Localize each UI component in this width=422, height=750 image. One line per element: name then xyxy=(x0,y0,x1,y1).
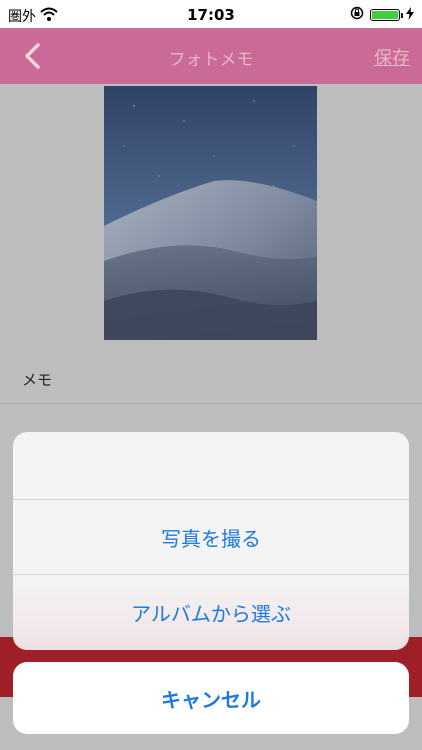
navigation-bar: フォトメモ 保存 xyxy=(0,28,422,84)
take-photo-button[interactable]: 写真を撮る xyxy=(13,500,409,575)
cancel-button[interactable]: キャンセル xyxy=(13,662,409,734)
divider xyxy=(0,403,422,404)
action-sheet: 写真を撮る アルバムから選ぶ xyxy=(13,432,409,650)
photo-image[interactable] xyxy=(104,86,317,340)
status-bar: 圏外 17:03 xyxy=(0,0,422,28)
main-content: メモ xyxy=(0,84,422,750)
charging-icon xyxy=(406,6,414,24)
choose-from-album-button[interactable]: アルバムから選ぶ xyxy=(13,575,409,650)
memo-label: メモ xyxy=(22,371,53,389)
page-title: フォトメモ xyxy=(168,50,254,70)
rotation-lock-icon xyxy=(350,6,364,24)
action-sheet-header xyxy=(13,432,409,500)
status-right xyxy=(350,6,414,24)
save-button[interactable]: 保存 xyxy=(374,44,410,70)
battery-icon xyxy=(370,9,403,21)
